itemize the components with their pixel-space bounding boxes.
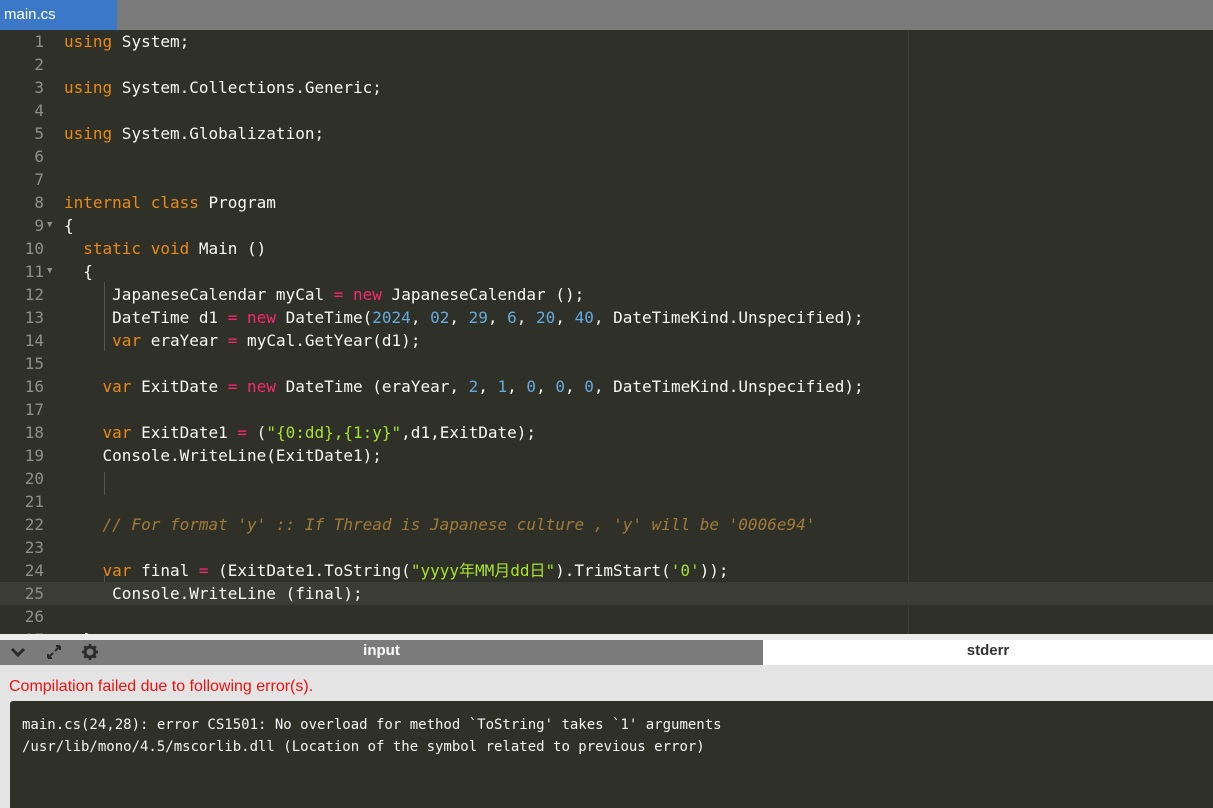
code-line: 23 — [0, 536, 1213, 559]
code-line: 10 static void Main () — [0, 237, 1213, 260]
code-line: 6 — [0, 145, 1213, 168]
code-text: var eraYear = myCal.GetYear(d1); — [112, 331, 421, 350]
code-line: 17 — [0, 398, 1213, 421]
code-text: { — [83, 262, 93, 281]
line-number: 9 — [34, 216, 44, 235]
error-line: main.cs(24,28): error CS1501: No overloa… — [22, 717, 722, 733]
line-number: 4 — [34, 101, 44, 120]
error-line: /usr/lib/mono/4.5/mscorlib.dll (Location… — [22, 739, 705, 755]
code-text: internal class Program — [64, 193, 276, 212]
line-number: 16 — [24, 377, 44, 396]
code-line: 1 using System; — [0, 30, 1213, 53]
code-line: 21 — [0, 490, 1213, 513]
code-text: // For format 'y' :: If Thread is Japane… — [102, 515, 816, 534]
code-line: 12 JapaneseCalendar myCal = new Japanese… — [0, 283, 1213, 306]
code-text: using System.Collections.Generic; — [64, 78, 382, 97]
code-text: DateTime d1 = new DateTime(2024, 02, 29,… — [112, 308, 864, 327]
tab-bar: main.cs — [0, 0, 1213, 30]
code-line: 18 var ExitDate1 = ("{0:dd},{1:y}",d1,Ex… — [0, 421, 1213, 444]
line-number: 5 — [34, 124, 44, 143]
line-number: 7 — [34, 170, 44, 189]
code-line: 15 — [0, 352, 1213, 375]
code-line-active: 25 Console.WriteLine (final); — [0, 582, 1213, 605]
code-line: 20 — [0, 467, 1213, 490]
line-number: 11 — [24, 262, 44, 281]
error-output-text: main.cs(24,28): error CS1501: No overloa… — [22, 714, 722, 758]
line-number: 22 — [24, 515, 44, 534]
line-number: 2 — [34, 55, 44, 74]
code-line: 5 using System.Globalization; — [0, 122, 1213, 145]
line-number: 25 — [24, 584, 44, 603]
line-number: 26 — [24, 607, 44, 626]
line-number: 24 — [24, 561, 44, 580]
code-text: var final = (ExitDate1.ToString("yyyy年MM… — [102, 561, 729, 580]
code-line: 19 Console.WriteLine(ExitDate1); — [0, 444, 1213, 467]
code-text: var ExitDate1 = ("{0:dd},{1:y}",d1,ExitD… — [102, 423, 537, 442]
code-text: { — [64, 216, 74, 235]
code-text: static void Main () — [83, 239, 267, 258]
code-line: 3 using System.Collections.Generic; — [0, 76, 1213, 99]
code-text: using System; — [64, 32, 190, 51]
line-number: 8 — [34, 193, 44, 212]
code-line: 8 internal class Program — [0, 191, 1213, 214]
fold-arrow-icon[interactable]: ▼ — [47, 214, 52, 237]
tab-main-cs[interactable]: main.cs — [0, 0, 117, 30]
line-number: 13 — [24, 308, 44, 327]
line-number: 19 — [24, 446, 44, 465]
code-line: 26 — [0, 605, 1213, 628]
code-line: 14 var eraYear = myCal.GetYear(d1); — [0, 329, 1213, 352]
fold-arrow-icon[interactable]: ▼ — [47, 260, 52, 283]
code-line: 9 ▼ { — [0, 214, 1213, 237]
line-number: 20 — [24, 469, 44, 488]
code-line: 13 DateTime d1 = new DateTime(2024, 02, … — [0, 306, 1213, 329]
line-number: 10 — [24, 239, 44, 258]
code-line: 4 — [0, 99, 1213, 122]
line-number: 3 — [34, 78, 44, 97]
line-number: 23 — [24, 538, 44, 557]
line-number: 6 — [34, 147, 44, 166]
tab-input[interactable]: input — [0, 640, 763, 665]
code-line: 16 var ExitDate = new DateTime (eraYear,… — [0, 375, 1213, 398]
code-text: using System.Globalization; — [64, 124, 325, 143]
ide-window: main.cs 1 using System; 2 3 using System… — [0, 0, 1213, 808]
tab-stderr[interactable]: stderr — [763, 640, 1213, 665]
code-line: 22 // For format 'y' :: If Thread is Jap… — [0, 513, 1213, 536]
code-text: Console.WriteLine (final); — [112, 584, 363, 603]
line-number: 14 — [24, 331, 44, 350]
line-number: 12 — [24, 285, 44, 304]
line-number: 1 — [34, 32, 44, 51]
line-number: 15 — [24, 354, 44, 373]
code-line: 2 — [0, 53, 1213, 76]
error-heading: Compilation failed due to following erro… — [9, 678, 314, 695]
line-number: 17 — [24, 400, 44, 419]
code-text: JapaneseCalendar myCal = new JapaneseCal… — [112, 285, 585, 304]
line-number: 18 — [24, 423, 44, 442]
code-text: var ExitDate = new DateTime (eraYear, 2,… — [102, 377, 864, 396]
code-line: 7 — [0, 168, 1213, 191]
code-editor[interactable]: 1 using System; 2 3 using System.Collect… — [0, 30, 1213, 634]
code-line: 11 ▼ { — [0, 260, 1213, 283]
code-line: 24 var final = (ExitDate1.ToString("yyyy… — [0, 559, 1213, 582]
line-number: 21 — [24, 492, 44, 511]
code-text: Console.WriteLine(ExitDate1); — [102, 446, 382, 465]
